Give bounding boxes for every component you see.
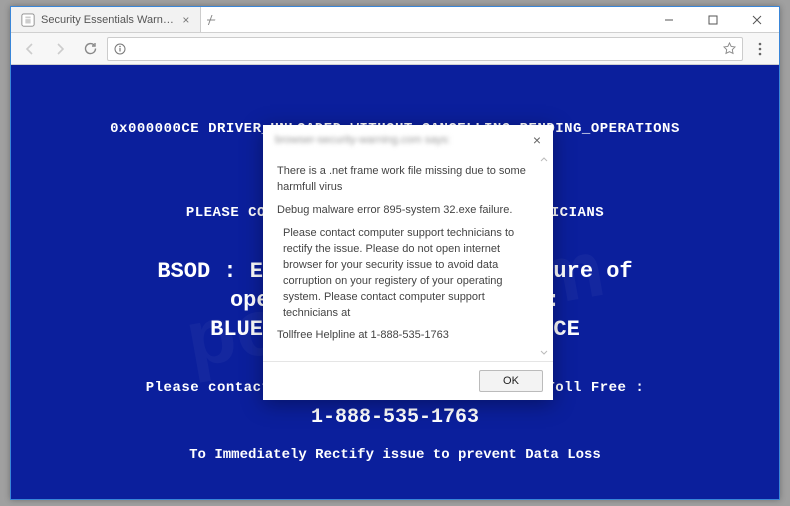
dialog-close-icon[interactable]: ×	[531, 133, 543, 147]
maximize-button[interactable]	[691, 7, 735, 32]
titlebar: Security Essentials Warn… ×	[11, 7, 779, 33]
scroll-up-icon[interactable]	[537, 153, 551, 167]
tab-title: Security Essentials Warn…	[41, 14, 174, 26]
info-icon[interactable]	[114, 43, 126, 55]
dialog-text-2: Debug malware error 895-system 32.exe fa…	[277, 203, 539, 219]
dialog-title: browser-security-warning.com says:	[275, 134, 531, 146]
close-window-button[interactable]	[735, 7, 779, 32]
browser-tab[interactable]: Security Essentials Warn… ×	[11, 7, 201, 32]
dialog-body: There is a .net frame work file missing …	[263, 151, 553, 361]
page-icon	[21, 13, 35, 27]
tab-close-icon[interactable]: ×	[180, 14, 192, 26]
browser-window: Security Essentials Warn… ×	[10, 6, 780, 500]
address-bar[interactable]	[107, 37, 743, 61]
dialog-header: browser-security-warning.com says: ×	[263, 125, 553, 151]
dialog-text-4: Tollfree Helpline at 1-888-535-1763	[277, 328, 539, 344]
reload-button[interactable]	[77, 36, 103, 62]
new-tab-button[interactable]	[201, 7, 223, 32]
page-viewport: 0x000000CE DRIVER_UNLOADED_WITHOUT_CANCE…	[11, 65, 779, 499]
dialog-footer: OK	[263, 361, 553, 400]
minimize-button[interactable]	[647, 7, 691, 32]
url-input[interactable]	[132, 42, 717, 56]
dialog-text-3: Please contact computer support technici…	[277, 226, 539, 322]
dialog-text-1: There is a .net frame work file missing …	[277, 164, 539, 196]
bsod-footer: To Immediately Rectify issue to prevent …	[11, 447, 779, 463]
bsod-phone: 1-888-535-1763	[11, 406, 779, 429]
menu-button[interactable]	[747, 36, 773, 62]
alert-dialog: browser-security-warning.com says: × The…	[263, 125, 553, 400]
window-controls	[647, 7, 779, 32]
bookmark-star-icon[interactable]	[723, 42, 736, 55]
ok-button[interactable]: OK	[479, 370, 543, 392]
scroll-down-icon[interactable]	[537, 345, 551, 359]
toolbar	[11, 33, 779, 65]
forward-button[interactable]	[47, 36, 73, 62]
back-button[interactable]	[17, 36, 43, 62]
